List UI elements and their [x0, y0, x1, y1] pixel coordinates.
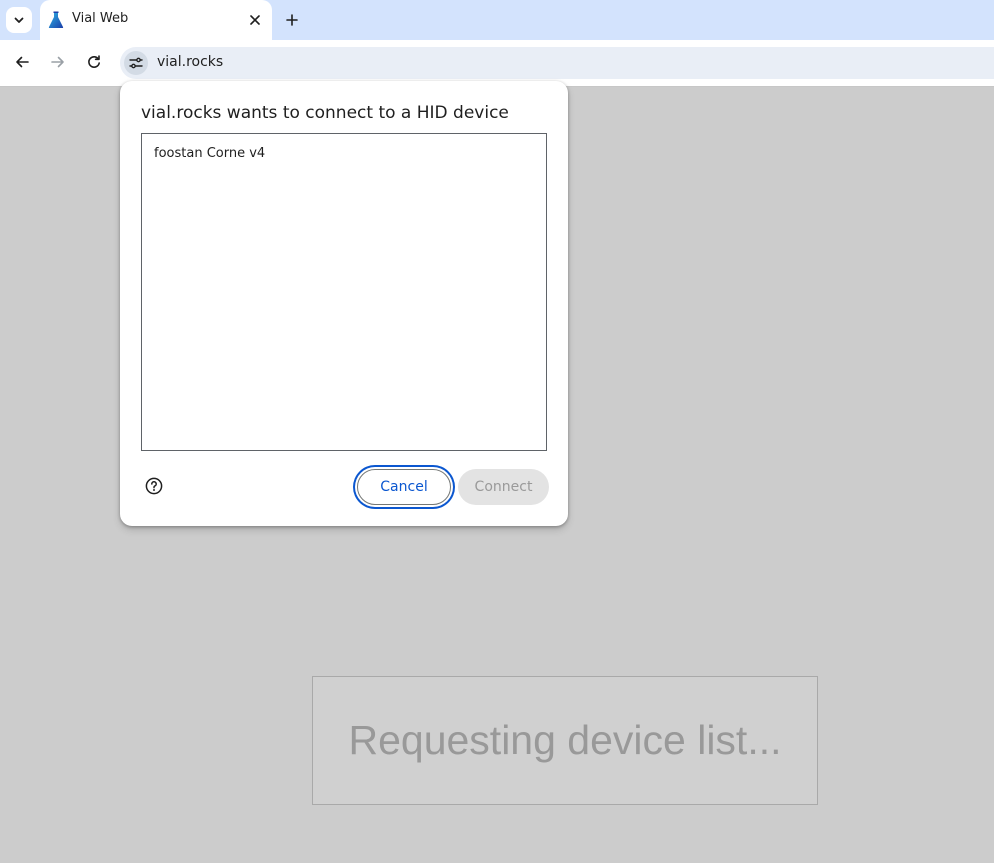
- flask-icon: [48, 11, 64, 29]
- tab-search-button[interactable]: [6, 7, 32, 33]
- address-bar[interactable]: vial.rocks: [120, 47, 994, 79]
- status-box: Requesting device list...: [312, 676, 818, 805]
- tab-strip: Vial Web: [0, 0, 994, 40]
- status-text: Requesting device list...: [348, 717, 782, 763]
- list-item[interactable]: foostan Corne v4: [142, 134, 546, 170]
- dialog-title: vial.rocks wants to connect to a HID dev…: [141, 103, 509, 123]
- reload-icon: [87, 54, 101, 73]
- forward-button[interactable]: [46, 51, 70, 75]
- site-info-button[interactable]: [124, 51, 148, 75]
- url-text: vial.rocks: [157, 54, 224, 70]
- chevron-down-icon: [13, 11, 25, 30]
- back-button[interactable]: [10, 51, 34, 75]
- reload-button[interactable]: [82, 51, 106, 75]
- arrow-right-icon: [51, 54, 65, 73]
- tab-vial-web[interactable]: Vial Web: [40, 0, 272, 40]
- hid-chooser-dialog: vial.rocks wants to connect to a HID dev…: [120, 81, 568, 526]
- tune-icon: [129, 54, 143, 73]
- plus-icon: [286, 11, 298, 30]
- tab-title: Vial Web: [72, 11, 129, 26]
- help-icon: [145, 477, 163, 499]
- close-icon[interactable]: [245, 10, 265, 30]
- connect-button[interactable]: Connect: [458, 469, 549, 505]
- help-button[interactable]: [145, 477, 163, 499]
- arrow-left-icon: [15, 54, 29, 73]
- cancel-button[interactable]: Cancel: [357, 469, 451, 505]
- device-label: foostan Corne v4: [154, 146, 266, 161]
- device-list[interactable]: foostan Corne v4: [141, 133, 547, 451]
- new-tab-button[interactable]: [280, 8, 304, 32]
- browser-toolbar: vial.rocks: [0, 40, 994, 87]
